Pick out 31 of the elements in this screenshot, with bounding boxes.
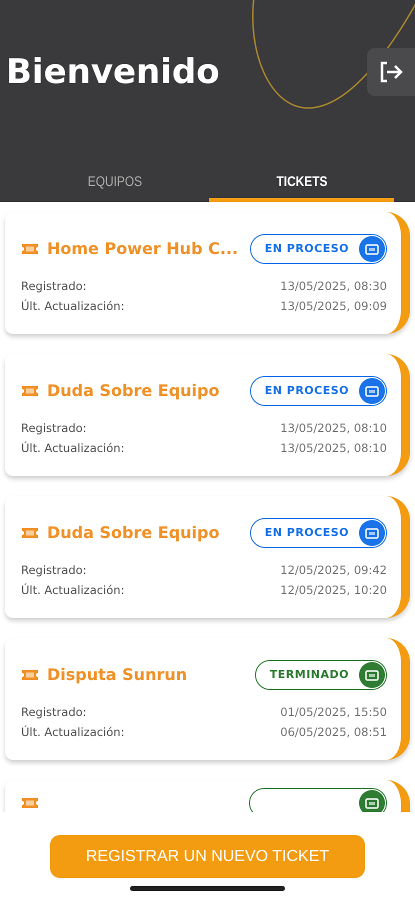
status-badge: TERMINADO <box>254 660 387 690</box>
status-badge: EN PROCESO <box>250 518 387 548</box>
field-label: Últ. Actualización: <box>21 298 124 316</box>
field-value: 13/05/2025, 08:10 <box>280 420 387 437</box>
field-value: 12/05/2025, 09:42 <box>280 562 387 579</box>
ticket-card[interactable]: Duda Sobre Equipo EN PROCESO Registrado: 12/05/2025, 09:42 Últ. Actualización: 12/05/2025, 10:20 <box>5 496 410 618</box>
ticket-title: Duda Sobre Equipo <box>47 522 220 544</box>
field-label: Registrado: <box>21 704 87 721</box>
field-label: Registrado: <box>21 420 87 437</box>
field-value: 01/05/2025, 15:50 <box>280 704 387 721</box>
tab[interactable]: EQUIPOS <box>87 165 142 198</box>
field-value: 13/05/2025, 09:09 <box>280 298 387 316</box>
ticket-card[interactable]: Disputa Sunrun TERMINADO Registrado: 01/05/2025, 15:50 Últ. Actualización: 06/05/2025, 08:51 <box>5 638 410 760</box>
field-value: 12/05/2025, 10:20 <box>280 582 387 600</box>
field-label: Últ. Actualización: <box>21 582 124 600</box>
field-label: Registrado: <box>21 562 87 579</box>
field-value: 13/05/2025, 08:10 <box>280 440 387 458</box>
ticket-card[interactable]: Home Power Hub C... EN PROCESO Registrado: 13/05/2025, 08:30 Últ. Actualización: 13/05/2025, 09:09 <box>5 212 410 334</box>
status-badge: EN PROCESO <box>250 376 387 406</box>
ticket-card[interactable]: Duda Sobre Equipo EN PROCESO Registrado: 13/05/2025, 08:10 Últ. Actualización: 13/05/2025, 08:10 <box>5 354 410 476</box>
field-label: Registrado: <box>21 278 87 295</box>
ticket-title: Home Power Hub C... <box>47 238 238 260</box>
field-label: Últ. Actualización: <box>21 724 124 742</box>
welcome-title: Bienvenido <box>6 52 220 92</box>
tab[interactable]: TICKETS <box>276 165 327 198</box>
ticket-title: Disputa Sunrun <box>47 664 188 686</box>
ticket-title: Duda Sobre Equipo <box>47 380 220 402</box>
field-label: Últ. Actualización: <box>21 440 124 458</box>
field-value: 13/05/2025, 08:30 <box>280 278 387 295</box>
status-badge: EN PROCESO <box>250 234 387 264</box>
field-value: 06/05/2025, 08:51 <box>280 724 387 742</box>
